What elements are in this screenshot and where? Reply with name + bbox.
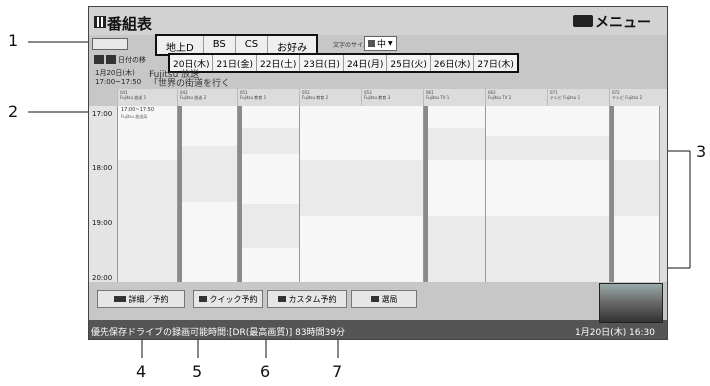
channel-header-cell: 072 テレビ Fujitsu 2 — [609, 89, 667, 106]
channel-column — [237, 106, 300, 282]
program-cell[interactable] — [486, 160, 610, 217]
date-tabs: 20日(木) 21日(金) 22日(土) 23日(日) 24日(月) 25日(火… — [168, 53, 519, 73]
custom-icon — [277, 296, 286, 302]
program-cell-time: 17:00~17:50 — [121, 107, 155, 113]
chevron-down-icon: ▼ — [388, 40, 393, 47]
callout-6: 6 — [260, 362, 271, 381]
channel-column — [299, 106, 424, 282]
menu-icon[interactable] — [573, 15, 593, 27]
date-tab[interactable]: 27日(木) — [474, 55, 516, 71]
date-tab[interactable]: 26日(水) — [431, 55, 475, 71]
channel-header-cell: 041 Fujitsu 放送 1 — [117, 89, 177, 106]
channel-column — [485, 106, 610, 282]
current-datetime: 1月20日(木) 17:00~17:50 — [95, 69, 141, 87]
date-tab[interactable]: 25日(火) — [387, 55, 431, 71]
channel-header-cell: 053 Fujitsu 教育 3 — [361, 89, 423, 106]
current-program-title: 「世界の街道を行く — [149, 79, 231, 89]
date-tab[interactable]: 22日(土) — [257, 55, 301, 71]
program-cell[interactable] — [486, 216, 610, 282]
program-cell[interactable] — [300, 106, 424, 161]
tab-cs[interactable]: CS — [236, 36, 269, 54]
preview-thumbnail[interactable] — [599, 283, 663, 323]
date-nav-label: 日付の移 — [118, 56, 146, 64]
program-cell[interactable] — [242, 154, 300, 205]
font-size-select[interactable]: 中 ▼ — [364, 36, 397, 51]
program-cell[interactable] — [486, 136, 610, 161]
program-cell[interactable] — [242, 248, 300, 282]
page-title: 番組表 — [107, 15, 153, 33]
tune-icon — [370, 296, 379, 302]
time-label: 18:00 — [92, 164, 113, 172]
channel-header-cell: 062 Fujitsu TV 2 — [485, 89, 547, 106]
channel-column: 17:00~17:50 Fujitsu 放送局 — [117, 106, 178, 282]
program-cell[interactable] — [428, 216, 486, 282]
channel-header-cell: 052 Fujitsu 教育 2 — [299, 89, 361, 106]
program-guide-icon — [94, 16, 106, 28]
skip-forward-icon[interactable] — [106, 55, 116, 64]
program-cell-station: Fujitsu 放送局 — [121, 114, 148, 119]
time-label: 17:00 — [92, 110, 113, 118]
channel-column — [177, 106, 238, 282]
detail-icon — [113, 296, 126, 302]
program-cell[interactable] — [300, 160, 424, 217]
quick-icon — [198, 296, 207, 302]
channel-header-cell: 061 Fujitsu TV 1 — [423, 89, 485, 106]
skip-back-icon[interactable] — [94, 55, 104, 64]
font-size-icon — [368, 40, 375, 47]
program-cell[interactable] — [300, 216, 424, 282]
program-guide-screen: 番組表 メニュー 地上D BS CS お好み 文字のサイズ： 中 ▼ 日付の移 … — [88, 6, 668, 340]
channel-header-cell: 051 Fujitsu 教育 1 — [237, 89, 299, 106]
program-cell[interactable] — [182, 106, 238, 147]
time-label: 20:00 — [92, 274, 113, 282]
channel-header: 041 Fujitsu 放送 1 042 Fujitsu 放送 2 051 Fujit… — [117, 89, 667, 106]
program-cell[interactable] — [486, 106, 610, 137]
tab-favorites[interactable]: お好み — [268, 36, 316, 54]
program-cell[interactable] — [182, 202, 238, 282]
back-button[interactable] — [92, 38, 128, 50]
callout-5: 5 — [192, 362, 203, 381]
date-tab[interactable]: 23日(日) — [300, 55, 344, 71]
vertical-scrollbar[interactable] — [659, 106, 667, 282]
tab-terrestrial[interactable]: 地上D — [157, 36, 204, 54]
detail-reserve-button[interactable]: 詳細／予約 — [97, 290, 185, 308]
date-tab[interactable]: 24日(月) — [344, 55, 388, 71]
callout-4: 4 — [136, 362, 147, 381]
date-tab[interactable]: 20日(木) — [170, 55, 214, 71]
quick-reserve-button[interactable]: クイック予約 — [193, 290, 263, 308]
current-date: 1月20日(木) — [95, 69, 135, 77]
current-clock: 1月20日(木) 16:30 — [575, 328, 655, 338]
program-cell[interactable]: 17:00~17:50 Fujitsu 放送局 — [118, 106, 178, 161]
current-program: Fujitsu 放送 「世界の街道を行く — [149, 71, 230, 89]
channel-column — [423, 106, 486, 282]
tune-channel-button[interactable]: 選局 — [351, 290, 417, 308]
callout-2: 2 — [8, 102, 19, 121]
callout-1: 1 — [8, 31, 19, 50]
channel-header-cell: 071 テレビ Fujitsu 1 — [547, 89, 609, 106]
time-column: 17:00 18:00 19:00 20:00 — [89, 106, 117, 282]
program-cell[interactable] — [242, 204, 300, 249]
callout-3: 3 — [696, 142, 707, 161]
custom-reserve-button[interactable]: カスタム予約 — [267, 290, 347, 308]
time-label: 19:00 — [92, 219, 113, 227]
program-cell[interactable] — [182, 146, 238, 203]
program-cell[interactable] — [242, 106, 300, 129]
menu-button[interactable]: メニュー — [595, 12, 651, 32]
program-cell[interactable] — [242, 128, 300, 155]
channel-header-cell: 042 Fujitsu 放送 2 — [177, 89, 237, 106]
recording-capacity: 優先保存ドライブの録画可能時間:[DR(最高画質)] 83時間39分 — [91, 328, 346, 338]
date-tab[interactable]: 21日(金) — [213, 55, 257, 71]
program-cell[interactable] — [118, 160, 178, 282]
font-size-value: 中 — [377, 40, 387, 50]
program-cell[interactable] — [428, 106, 486, 129]
callout-7: 7 — [332, 362, 343, 381]
tab-bs[interactable]: BS — [204, 36, 236, 54]
program-cell[interactable] — [428, 160, 486, 217]
program-cell[interactable] — [428, 128, 486, 161]
program-grid[interactable]: 17:00~17:50 Fujitsu 放送局 — [117, 106, 667, 282]
current-time: 17:00~17:50 — [95, 78, 142, 86]
